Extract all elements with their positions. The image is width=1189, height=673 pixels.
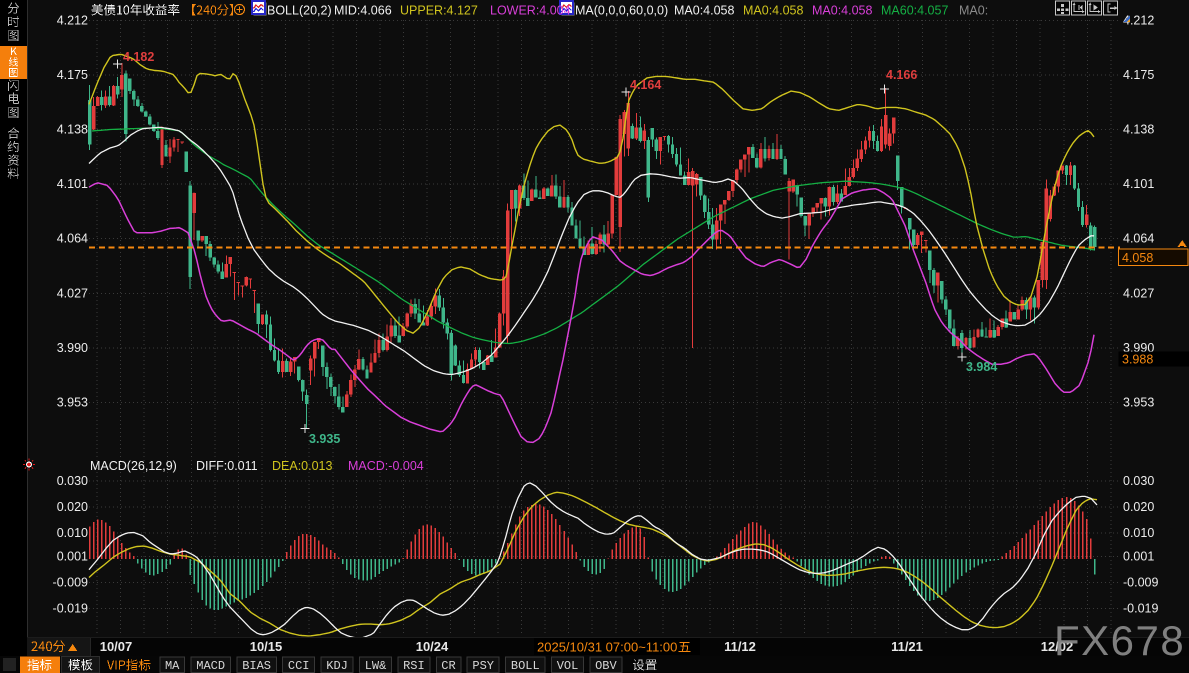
svg-text:MA0:4.058: MA0:4.058 [674, 4, 735, 18]
svg-text:KDJ: KDJ [326, 659, 348, 673]
svg-text:2025/10/31 07:00~11:00: 2025/10/31 07:00~11:00 [537, 640, 677, 655]
svg-text:VOL: VOL [557, 659, 579, 673]
svg-text:0.030: 0.030 [57, 474, 88, 488]
svg-text:3.935: 3.935 [309, 432, 340, 446]
svg-text:4.101: 4.101 [57, 177, 88, 191]
svg-text:-0.009: -0.009 [53, 575, 88, 589]
svg-text:MACD:-0.004: MACD:-0.004 [348, 459, 424, 473]
svg-text:RSI: RSI [403, 659, 425, 673]
svg-text:OBV: OBV [595, 659, 617, 673]
svg-text:-0.019: -0.019 [1123, 601, 1158, 615]
svg-text:DIFF:0.011: DIFF:0.011 [196, 459, 258, 473]
svg-text:3.988: 3.988 [1122, 353, 1153, 367]
svg-text:3.990: 3.990 [57, 341, 88, 355]
svg-text:10/24: 10/24 [416, 639, 449, 654]
svg-text:4.182: 4.182 [123, 50, 154, 64]
svg-text:CCI: CCI [288, 659, 310, 673]
svg-text:BOLL: BOLL [511, 659, 540, 673]
svg-text:4.164: 4.164 [630, 78, 661, 92]
svg-text:LOWER:4.004: LOWER:4.004 [490, 4, 571, 18]
svg-text:10/07: 10/07 [100, 639, 133, 654]
svg-text:UPPER:4.127: UPPER:4.127 [400, 4, 478, 18]
svg-text:4.166: 4.166 [886, 68, 917, 82]
svg-text:4.138: 4.138 [1123, 123, 1154, 137]
svg-text:4.064: 4.064 [57, 232, 88, 246]
svg-text:BOLL(20,2): BOLL(20,2) [267, 4, 332, 18]
svg-text:MA: MA [165, 659, 180, 673]
svg-text:MA(0,0,0,60,0,0): MA(0,0,0,60,0,0) [575, 4, 668, 18]
svg-text:FX678: FX678 [1054, 617, 1185, 664]
svg-text:4.101: 4.101 [1123, 177, 1154, 191]
svg-text:0.010: 0.010 [57, 526, 88, 540]
svg-text:PSY: PSY [472, 659, 494, 673]
svg-text:-0.009: -0.009 [1123, 575, 1158, 589]
svg-text:BIAS: BIAS [242, 659, 271, 673]
svg-text:0.001: 0.001 [57, 549, 88, 563]
svg-text:MA0:: MA0: [959, 4, 988, 18]
svg-text:LW&: LW& [365, 659, 387, 673]
svg-text:11/12: 11/12 [724, 639, 756, 654]
svg-text:MA60:4.057: MA60:4.057 [881, 4, 948, 18]
svg-text:0.010: 0.010 [1123, 526, 1154, 540]
svg-text:MID:4.066: MID:4.066 [334, 4, 392, 18]
svg-text:MA0:4.058: MA0:4.058 [743, 4, 804, 18]
svg-text:-0.019: -0.019 [53, 601, 88, 615]
svg-text:0.001: 0.001 [1123, 549, 1154, 563]
svg-text:3.984: 3.984 [966, 360, 997, 374]
svg-text:4.027: 4.027 [57, 286, 88, 300]
svg-text:CR: CR [441, 659, 455, 673]
svg-text:0.020: 0.020 [1123, 500, 1154, 514]
svg-text:0.020: 0.020 [57, 500, 88, 514]
svg-text:4.138: 4.138 [57, 123, 88, 137]
svg-text:4.212: 4.212 [57, 13, 88, 27]
svg-text:MACD: MACD [196, 659, 225, 673]
svg-text:DEA:0.013: DEA:0.013 [272, 459, 333, 473]
svg-text:4.058: 4.058 [1122, 251, 1153, 265]
svg-text:10/15: 10/15 [250, 639, 283, 654]
svg-text:3.953: 3.953 [57, 396, 88, 410]
svg-text:11/21: 11/21 [891, 639, 923, 654]
svg-text:MA0:4.058: MA0:4.058 [812, 4, 873, 18]
svg-text:MACD(26,12,9): MACD(26,12,9) [90, 459, 177, 473]
svg-text:3.953: 3.953 [1123, 396, 1154, 410]
svg-text:4.027: 4.027 [1123, 286, 1154, 300]
svg-text:4.064: 4.064 [1123, 232, 1154, 246]
svg-text:0.030: 0.030 [1123, 474, 1154, 488]
svg-text:4.175: 4.175 [57, 68, 88, 82]
svg-text:4.175: 4.175 [1123, 68, 1154, 82]
